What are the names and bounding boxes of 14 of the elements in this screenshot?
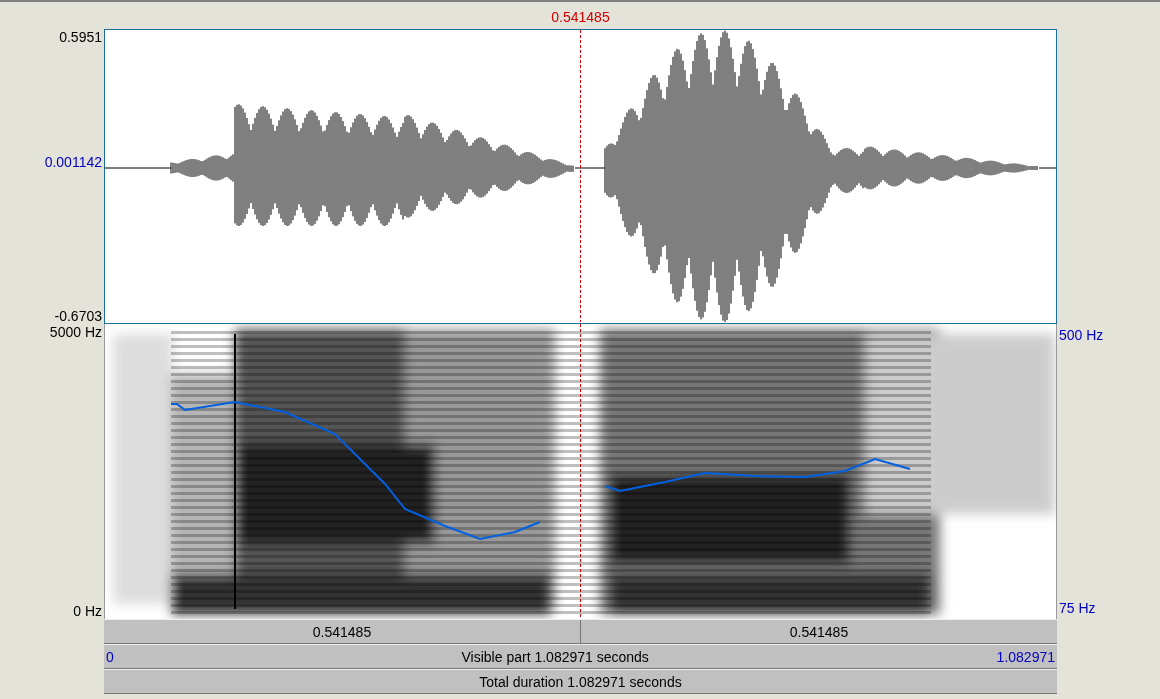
time-label: 1.082971 [996,648,1055,665]
time-label: 0 [106,648,114,665]
axis-label: 0 Hz [73,603,102,619]
total-duration-label: Total duration 1.082971 seconds [479,673,682,690]
cursor-time-label: 0.541485 [551,9,610,25]
axis-label: 0.5951 [59,29,102,45]
axis-label: 5000 Hz [49,324,102,340]
axis-label: 75 Hz [1059,600,1096,616]
axis-label: -0.6703 [54,308,102,324]
time-label: 0.541485 [789,623,849,640]
time-label: 0.541485 [312,623,372,640]
axis-label: 500 Hz [1059,327,1104,343]
visible-part-label: Visible part 1.082971 seconds [461,648,649,665]
axis-label: 0.001142 [44,153,102,170]
